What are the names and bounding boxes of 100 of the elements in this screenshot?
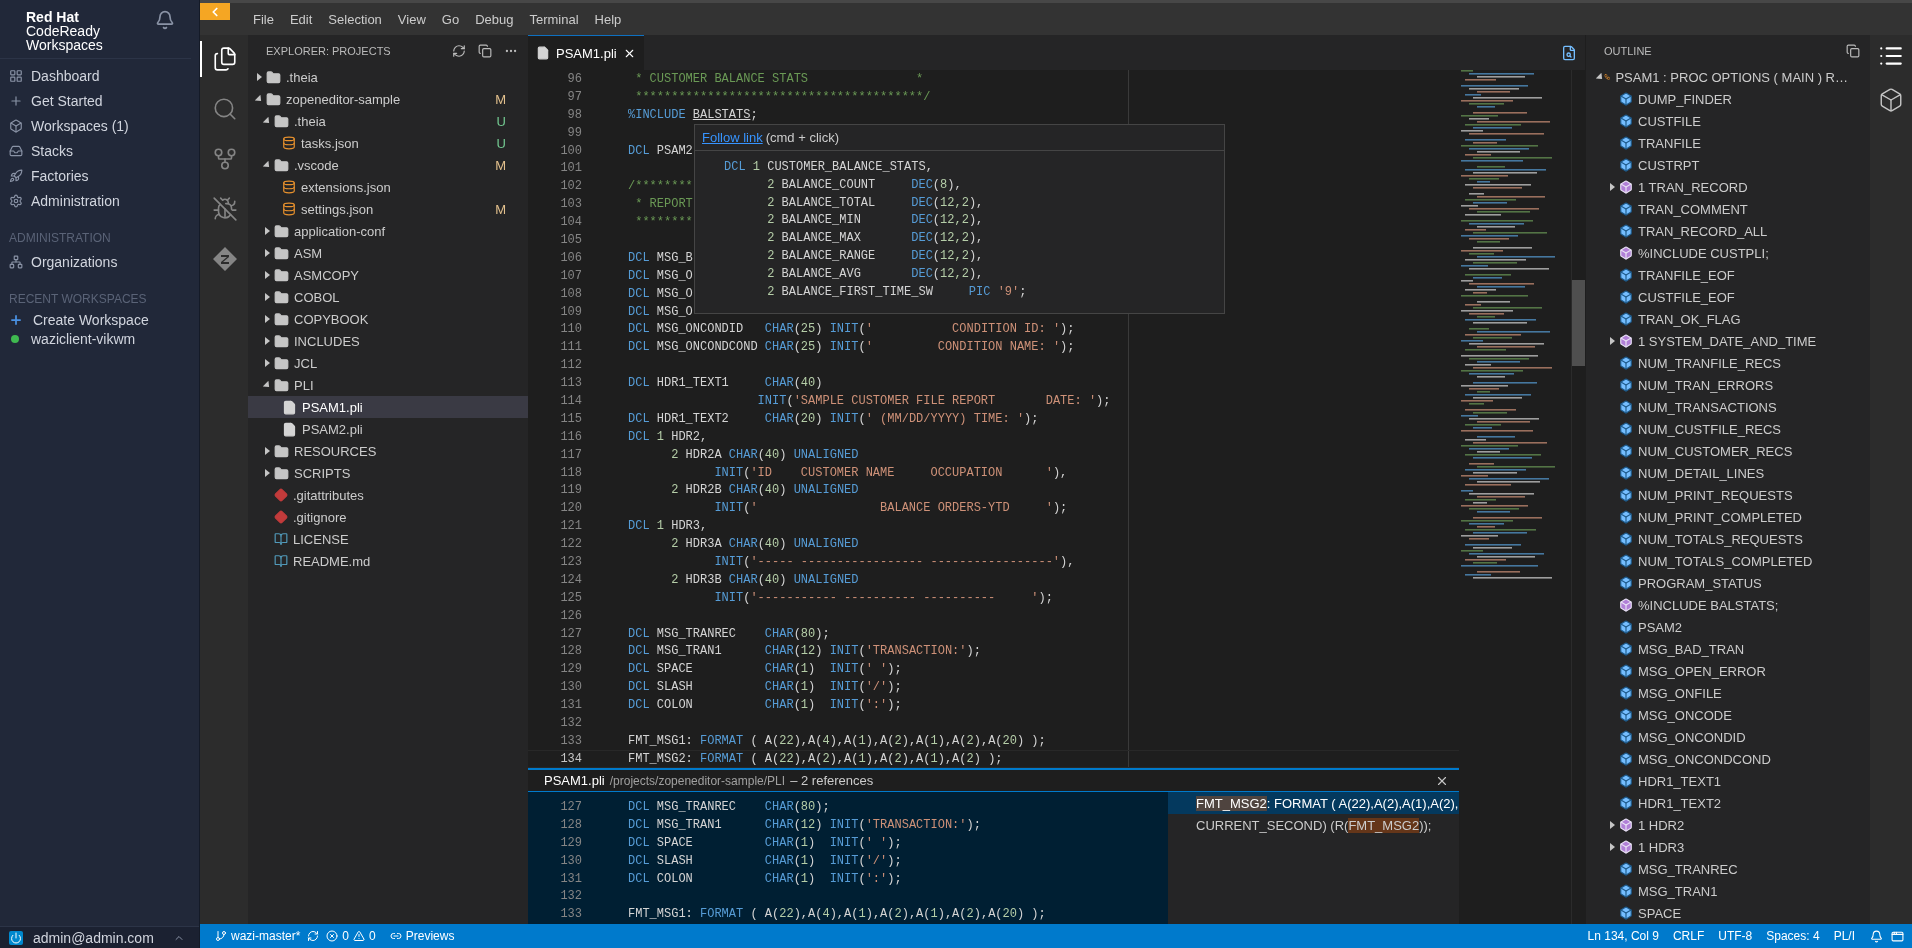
caret-icon[interactable]	[263, 227, 271, 235]
power-icon[interactable]	[9, 930, 23, 945]
outline-item[interactable]: NUM_DETAIL_LINES	[1586, 462, 1870, 484]
outline-item[interactable]: MSG_ONFILE	[1586, 682, 1870, 704]
reference-item[interactable]: CURRENT_SECOND) (R(FMT_MSG2));	[1168, 814, 1459, 836]
nav-item[interactable]: Get Started	[0, 88, 199, 113]
tree-item[interactable]: .gitattributes	[248, 484, 528, 506]
tree-item[interactable]: .gitignore	[248, 506, 528, 528]
menu-item[interactable]: View	[389, 11, 434, 27]
line-ending[interactable]: CRLF	[1665, 929, 1712, 943]
outline-item[interactable]: HDR1_TEXT2	[1586, 792, 1870, 814]
collapse-all-icon[interactable]	[1846, 43, 1860, 58]
refresh-icon[interactable]	[452, 43, 466, 58]
caret-icon[interactable]	[263, 271, 271, 279]
menu-item[interactable]: File	[245, 11, 282, 27]
outline-item[interactable]: NUM_CUSTFILE_RECS	[1586, 418, 1870, 440]
outline-item[interactable]: TRAN_RECORD_ALL	[1586, 220, 1870, 242]
tree-item[interactable]: settings.json M	[248, 198, 528, 220]
outline-item[interactable]: MSG_OPEN_ERROR	[1586, 660, 1870, 682]
caret-icon[interactable]	[263, 469, 271, 477]
outline-item[interactable]: NUM_TRAN_ERRORS	[1586, 374, 1870, 396]
outline-item[interactable]: TRAN_COMMENT	[1586, 198, 1870, 220]
tree-item[interactable]: .theia U	[248, 110, 528, 132]
outline-item[interactable]: MSG_ONCODE	[1586, 704, 1870, 726]
tree-item[interactable]: application-conf	[248, 220, 528, 242]
outline-item[interactable]: MSG_TRANREC	[1586, 858, 1870, 880]
caret-icon[interactable]	[1608, 183, 1616, 191]
outline-item[interactable]: NUM_TOTALS_COMPLETED	[1586, 550, 1870, 572]
window-icon[interactable]	[1891, 929, 1904, 943]
outline-item[interactable]: MSG_TRAN1	[1586, 880, 1870, 902]
outline-item[interactable]: 1 HDR2	[1586, 814, 1870, 836]
tree-item[interactable]: LICENSE	[248, 528, 528, 550]
follow-link[interactable]: Follow link	[702, 130, 763, 145]
outline-item[interactable]: NUM_CUSTOMER_RECS	[1586, 440, 1870, 462]
outline-item[interactable]: TRANFILE	[1586, 132, 1870, 154]
outline-item[interactable]: 1 HDR3	[1586, 836, 1870, 858]
outline-item[interactable]: NUM_TRANFILE_RECS	[1586, 352, 1870, 374]
tree-item[interactable]: RESOURCES	[248, 440, 528, 462]
outline-item[interactable]: %INCLUDE BALSTATS;	[1586, 594, 1870, 616]
tree-item[interactable]: ASMCOPY	[248, 264, 528, 286]
tree-item[interactable]: INCLUDES	[248, 330, 528, 352]
branch-status[interactable]: wazi-master*	[208, 929, 308, 943]
outline-item[interactable]: MSG_ONCONDCOND	[1586, 748, 1870, 770]
caret-icon[interactable]	[1608, 337, 1616, 345]
tree-item[interactable]: zopeneditor-sample M	[248, 88, 528, 110]
caret-icon[interactable]	[255, 73, 263, 81]
tree-item[interactable]: PSAM2.pli	[248, 418, 528, 440]
tree-item[interactable]: extensions.json	[248, 176, 528, 198]
outline-item[interactable]: NUM_PRINT_REQUESTS	[1586, 484, 1870, 506]
caret-icon[interactable]	[263, 447, 271, 455]
tree-item[interactable]: PSAM1.pli	[248, 396, 528, 418]
language-mode[interactable]: PL/I	[1826, 929, 1862, 943]
nav-item[interactable]: Dashboard	[0, 63, 199, 88]
tree-item[interactable]: SCRIPTS	[248, 462, 528, 484]
outline-item[interactable]: CUSTFILE	[1586, 110, 1870, 132]
tree-item[interactable]: COPYBOOK	[248, 308, 528, 330]
outline-item[interactable]: %INCLUDE CUSTPLI;	[1586, 242, 1870, 264]
problems-status[interactable]: 0 0	[319, 929, 383, 943]
menu-item[interactable]: Debug	[467, 11, 522, 27]
caret-icon[interactable]	[263, 359, 271, 367]
tree-item[interactable]: README.md	[248, 550, 528, 572]
outline-item[interactable]: NUM_TRANSACTIONS	[1586, 396, 1870, 418]
editor-tab[interactable]: PSAM1.pli	[528, 35, 644, 70]
outline-item[interactable]: 1 TRAN_RECORD	[1586, 176, 1870, 198]
file-search-icon[interactable]	[1561, 44, 1577, 61]
outline-item[interactable]: PSAM1 : PROC OPTIONS ( MAIN ) R…	[1586, 66, 1870, 88]
bell-icon[interactable]	[155, 10, 175, 30]
cursor-position[interactable]: Ln 134, Col 9	[1580, 929, 1666, 943]
nav-item[interactable]: Administration	[0, 188, 199, 213]
caret-icon[interactable]	[1608, 843, 1616, 851]
tree-item[interactable]: tasks.json U	[248, 132, 528, 154]
outline-item[interactable]: MSG_BAD_TRAN	[1586, 638, 1870, 660]
tree-item[interactable]: PLI	[248, 374, 528, 396]
outline-item[interactable]: TRANFILE_EOF	[1586, 264, 1870, 286]
tree-item[interactable]: ASM	[248, 242, 528, 264]
outline-item[interactable]: MSG_ONCONDID	[1586, 726, 1870, 748]
outline-item[interactable]: NUM_PRINT_COMPLETED	[1586, 506, 1870, 528]
outline-item[interactable]: HDR1_TEXT1	[1586, 770, 1870, 792]
menu-item[interactable]: Selection	[320, 11, 390, 27]
collapse-all-icon[interactable]	[478, 43, 492, 58]
caret-icon[interactable]	[1608, 821, 1616, 829]
outline-item[interactable]: SPACE	[1586, 902, 1870, 924]
cube-icon[interactable]	[1878, 87, 1904, 113]
tree-item[interactable]: JCL	[248, 352, 528, 374]
caret-icon[interactable]	[263, 249, 271, 257]
indentation[interactable]: Spaces: 4	[1759, 929, 1827, 943]
outline-item[interactable]: CUSTFILE_EOF	[1586, 286, 1870, 308]
workspace-item[interactable]: Create Workspace	[0, 310, 199, 329]
bell-icon[interactable]	[1870, 929, 1883, 943]
outline-item[interactable]: CUSTRPT	[1586, 154, 1870, 176]
encoding[interactable]: UTF-8	[1711, 929, 1760, 943]
caret-icon[interactable]	[263, 293, 271, 301]
previews-status[interactable]: Previews	[382, 929, 462, 943]
outline-item[interactable]: PSAM2	[1586, 616, 1870, 638]
tree-item[interactable]: COBOL	[248, 286, 528, 308]
outline-item[interactable]: DUMP_FINDER	[1586, 88, 1870, 110]
nav-item[interactable]: Factories	[0, 163, 199, 188]
menu-item[interactable]: Go	[433, 11, 468, 27]
outline-item[interactable]: 1 SYSTEM_DATE_AND_TIME	[1586, 330, 1870, 352]
workspace-item[interactable]: waziclient-vikwm	[0, 329, 199, 348]
